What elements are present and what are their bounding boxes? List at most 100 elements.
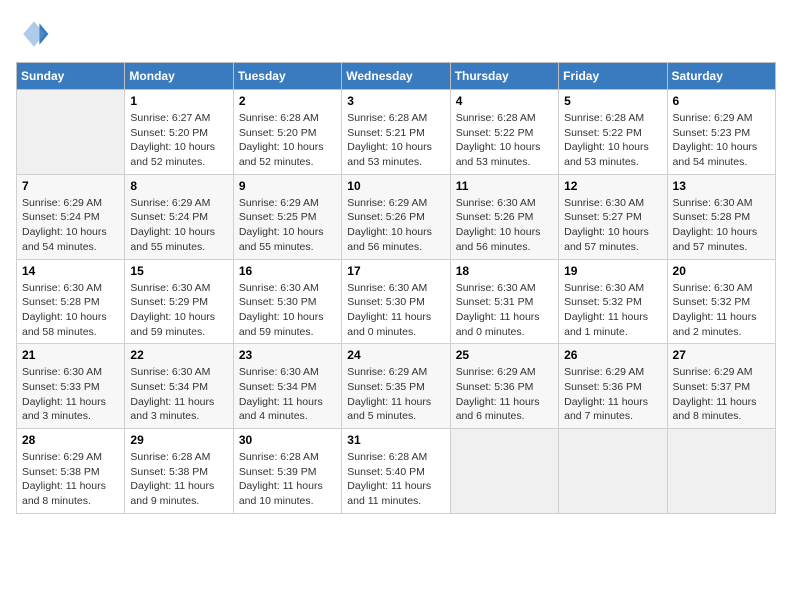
weekday-header: Wednesday (342, 63, 450, 90)
day-info: Sunrise: 6:29 AMSunset: 5:35 PMDaylight:… (347, 365, 444, 424)
calendar-cell: 21Sunrise: 6:30 AMSunset: 5:33 PMDayligh… (17, 344, 125, 429)
day-info: Sunrise: 6:28 AMSunset: 5:21 PMDaylight:… (347, 111, 444, 170)
calendar-cell: 4 Sunrise: 6:28 AMSunset: 5:22 PMDaylight… (450, 90, 558, 175)
day-number: 25 (456, 348, 553, 362)
day-info: Sunrise: 6:28 AMSunset: 5:38 PMDaylight:… (130, 450, 227, 509)
weekday-header: Saturday (667, 63, 775, 90)
day-number: 12 (564, 179, 661, 193)
calendar-cell: 10 Sunrise: 6:29 AMSunset: 5:26 PMDayligh… (342, 174, 450, 259)
day-number: 5 (564, 94, 661, 108)
day-number: 9 (239, 179, 336, 193)
calendar-cell: 20Sunrise: 6:30 AMSunset: 5:32 PMDayligh… (667, 259, 775, 344)
calendar-table: SundayMondayTuesdayWednesdayThursdayFrid… (16, 62, 776, 514)
header-row: SundayMondayTuesdayWednesdayThursdayFrid… (17, 63, 776, 90)
day-number: 23 (239, 348, 336, 362)
day-info: Sunrise: 6:29 AMSunset: 5:24 PMDaylight:… (130, 196, 227, 255)
calendar-cell: 6Sunrise: 6:29 AMSunset: 5:23 PMDaylight… (667, 90, 775, 175)
calendar-cell: 14Sunrise: 6:30 AMSunset: 5:28 PMDayligh… (17, 259, 125, 344)
day-number: 29 (130, 433, 227, 447)
day-number: 2 (239, 94, 336, 108)
day-number: 22 (130, 348, 227, 362)
day-info: Sunrise: 6:29 AMSunset: 5:38 PMDaylight:… (22, 450, 119, 509)
calendar-cell (559, 429, 667, 514)
calendar-cell: 17 Sunrise: 6:30 AMSunset: 5:30 PMDayligh… (342, 259, 450, 344)
calendar-cell: 22Sunrise: 6:30 AMSunset: 5:34 PMDayligh… (125, 344, 233, 429)
day-info: Sunrise: 6:30 AMSunset: 5:26 PMDaylight:… (456, 196, 553, 255)
calendar-cell: 26 Sunrise: 6:29 AMSunset: 5:36 PMDayligh… (559, 344, 667, 429)
calendar-cell: 1 Sunrise: 6:27 AMSunset: 5:20 PMDaylight… (125, 90, 233, 175)
day-number: 28 (22, 433, 119, 447)
day-info: Sunrise: 6:29 AMSunset: 5:26 PMDaylight:… (347, 196, 444, 255)
day-number: 15 (130, 264, 227, 278)
calendar-week-row: 21Sunrise: 6:30 AMSunset: 5:33 PMDayligh… (17, 344, 776, 429)
calendar-cell: 11Sunrise: 6:30 AMSunset: 5:26 PMDayligh… (450, 174, 558, 259)
day-number: 26 (564, 348, 661, 362)
day-info: Sunrise: 6:30 AMSunset: 5:34 PMDaylight:… (239, 365, 336, 424)
calendar-cell: 15 Sunrise: 6:30 AMSunset: 5:29 PMDayligh… (125, 259, 233, 344)
day-number: 16 (239, 264, 336, 278)
weekday-header: Thursday (450, 63, 558, 90)
calendar-cell: 31 Sunrise: 6:28 AMSunset: 5:40 PMDayligh… (342, 429, 450, 514)
day-number: 19 (564, 264, 661, 278)
day-info: Sunrise: 6:30 AMSunset: 5:29 PMDaylight:… (130, 281, 227, 340)
day-info: Sunrise: 6:27 AMSunset: 5:20 PMDaylight:… (130, 111, 227, 170)
day-info: Sunrise: 6:30 AMSunset: 5:30 PMDaylight:… (239, 281, 336, 340)
calendar-cell: 8 Sunrise: 6:29 AMSunset: 5:24 PMDaylight… (125, 174, 233, 259)
weekday-header: Tuesday (233, 63, 341, 90)
day-info: Sunrise: 6:29 AMSunset: 5:37 PMDaylight:… (673, 365, 770, 424)
page-header (16, 16, 776, 52)
day-info: Sunrise: 6:30 AMSunset: 5:32 PMDaylight:… (673, 281, 770, 340)
day-number: 24 (347, 348, 444, 362)
day-number: 7 (22, 179, 119, 193)
day-info: Sunrise: 6:29 AMSunset: 5:24 PMDaylight:… (22, 196, 119, 255)
day-number: 10 (347, 179, 444, 193)
day-info: Sunrise: 6:29 AMSunset: 5:25 PMDaylight:… (239, 196, 336, 255)
day-number: 6 (673, 94, 770, 108)
day-number: 8 (130, 179, 227, 193)
calendar-week-row: 14Sunrise: 6:30 AMSunset: 5:28 PMDayligh… (17, 259, 776, 344)
calendar-cell: 29 Sunrise: 6:28 AMSunset: 5:38 PMDayligh… (125, 429, 233, 514)
day-number: 14 (22, 264, 119, 278)
weekday-header: Monday (125, 63, 233, 90)
calendar-cell: 3 Sunrise: 6:28 AMSunset: 5:21 PMDaylight… (342, 90, 450, 175)
day-info: Sunrise: 6:28 AMSunset: 5:39 PMDaylight:… (239, 450, 336, 509)
day-number: 31 (347, 433, 444, 447)
calendar-cell: 16 Sunrise: 6:30 AMSunset: 5:30 PMDayligh… (233, 259, 341, 344)
day-info: Sunrise: 6:30 AMSunset: 5:31 PMDaylight:… (456, 281, 553, 340)
calendar-cell: 2 Sunrise: 6:28 AMSunset: 5:20 PMDaylight… (233, 90, 341, 175)
calendar-cell: 23 Sunrise: 6:30 AMSunset: 5:34 PMDayligh… (233, 344, 341, 429)
calendar-week-row: 28 Sunrise: 6:29 AMSunset: 5:38 PMDayligh… (17, 429, 776, 514)
calendar-cell: 30Sunrise: 6:28 AMSunset: 5:39 PMDayligh… (233, 429, 341, 514)
day-number: 13 (673, 179, 770, 193)
calendar-week-row: 7 Sunrise: 6:29 AMSunset: 5:24 PMDaylight… (17, 174, 776, 259)
day-info: Sunrise: 6:29 AMSunset: 5:36 PMDaylight:… (564, 365, 661, 424)
day-info: Sunrise: 6:28 AMSunset: 5:22 PMDaylight:… (564, 111, 661, 170)
weekday-header: Sunday (17, 63, 125, 90)
calendar-cell: 18 Sunrise: 6:30 AMSunset: 5:31 PMDayligh… (450, 259, 558, 344)
day-number: 4 (456, 94, 553, 108)
day-info: Sunrise: 6:28 AMSunset: 5:20 PMDaylight:… (239, 111, 336, 170)
calendar-cell: 28 Sunrise: 6:29 AMSunset: 5:38 PMDayligh… (17, 429, 125, 514)
day-number: 1 (130, 94, 227, 108)
calendar-cell: 27 Sunrise: 6:29 AMSunset: 5:37 PMDayligh… (667, 344, 775, 429)
day-info: Sunrise: 6:29 AMSunset: 5:36 PMDaylight:… (456, 365, 553, 424)
day-info: Sunrise: 6:28 AMSunset: 5:22 PMDaylight:… (456, 111, 553, 170)
day-info: Sunrise: 6:30 AMSunset: 5:33 PMDaylight:… (22, 365, 119, 424)
calendar-cell (450, 429, 558, 514)
day-info: Sunrise: 6:30 AMSunset: 5:28 PMDaylight:… (673, 196, 770, 255)
calendar-cell: 5 Sunrise: 6:28 AMSunset: 5:22 PMDaylight… (559, 90, 667, 175)
day-info: Sunrise: 6:28 AMSunset: 5:40 PMDaylight:… (347, 450, 444, 509)
calendar-cell (17, 90, 125, 175)
calendar-week-row: 1 Sunrise: 6:27 AMSunset: 5:20 PMDaylight… (17, 90, 776, 175)
weekday-header: Friday (559, 63, 667, 90)
day-number: 18 (456, 264, 553, 278)
calendar-cell: 24 Sunrise: 6:29 AMSunset: 5:35 PMDayligh… (342, 344, 450, 429)
day-number: 27 (673, 348, 770, 362)
day-number: 17 (347, 264, 444, 278)
calendar-cell (667, 429, 775, 514)
logo (16, 16, 56, 52)
day-number: 3 (347, 94, 444, 108)
calendar-cell: 12Sunrise: 6:30 AMSunset: 5:27 PMDayligh… (559, 174, 667, 259)
day-info: Sunrise: 6:30 AMSunset: 5:30 PMDaylight:… (347, 281, 444, 340)
logo-icon (16, 16, 52, 52)
